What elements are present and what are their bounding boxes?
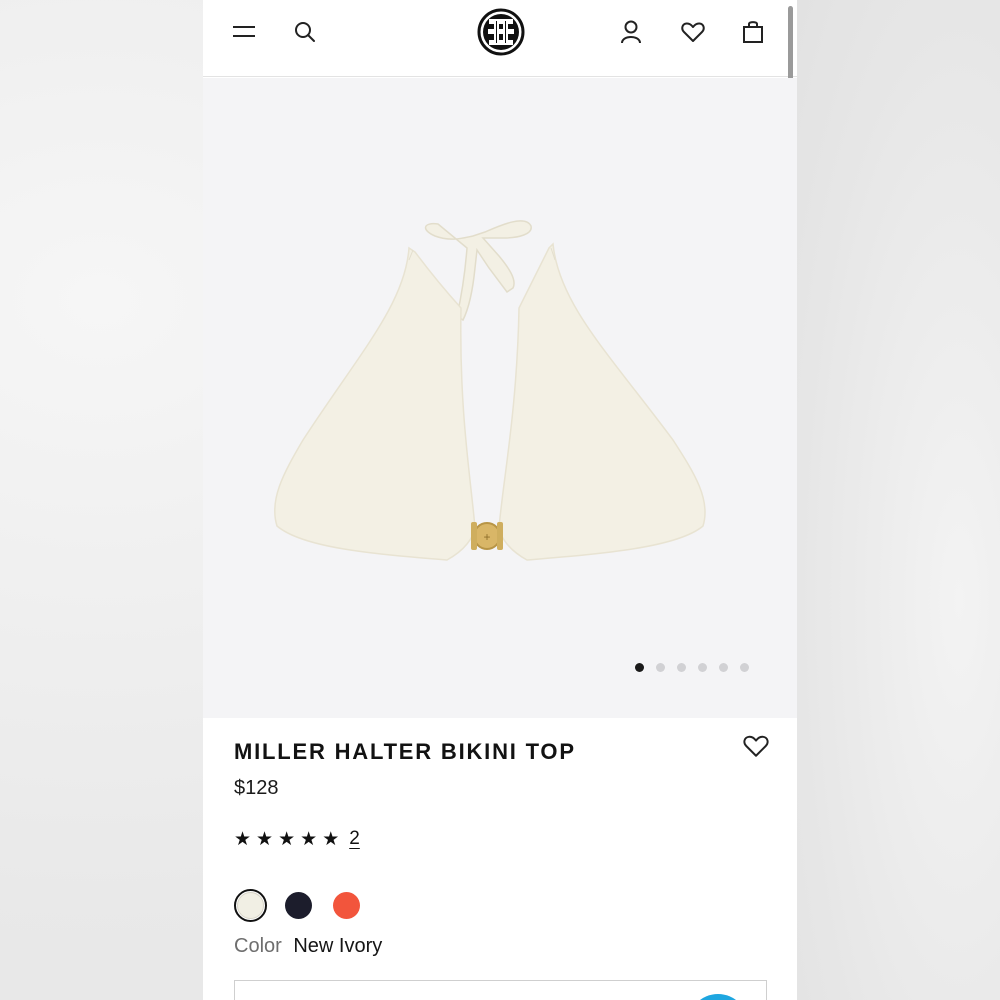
swatch-fill [237,892,264,919]
product-image-gallery[interactable]: + [203,78,797,718]
star-icon: ★ [322,828,340,850]
account-button[interactable] [613,14,649,50]
gallery-pagination [635,663,749,672]
swatch-coral[interactable] [330,889,363,922]
add-to-wishlist-button[interactable] [743,734,769,760]
swatch-navy[interactable] [282,889,315,922]
account-icon [621,20,641,44]
pagination-dot[interactable] [677,663,686,672]
svg-text:+: + [483,530,490,544]
star-icon: ★ [300,828,318,850]
swatch-fill [285,892,312,919]
selected-color: Color New Ivory [234,935,382,958]
heart-icon [743,735,769,757]
menu-button[interactable] [226,14,262,50]
color-swatches [234,889,363,922]
hamburger-menu-icon [233,26,255,37]
wishlist-button[interactable] [675,14,711,50]
site-header [203,0,797,77]
shopping-bag-icon [743,21,763,43]
swatch-fill [333,892,360,919]
pagination-dot[interactable] [656,663,665,672]
product-title: MILLER HALTER BIKINI TOP [234,739,576,764]
color-value: New Ivory [293,935,383,957]
star-icon: ★ [256,828,274,850]
star-icon: ★ [234,828,252,850]
product-rating[interactable]: ★ ★ ★ ★ ★ 2 [234,828,360,850]
product-image: + [273,220,706,561]
color-label: Color [234,935,282,957]
review-count-link[interactable]: 2 [349,828,360,850]
brand-logo[interactable] [477,8,525,56]
product-price: $128 [234,777,279,799]
mobile-screen: + MILLER HALTER BIKINI TOP $128 ★ ★ ★ ★ … [203,0,797,1000]
pagination-dot[interactable] [719,663,728,672]
pagination-dot[interactable] [635,663,644,672]
swatch-new-ivory[interactable] [234,889,267,922]
background-blur-right [797,0,1000,1000]
shopping-bag-button[interactable] [735,14,771,50]
heart-icon [681,22,705,42]
star-icon: ★ [278,828,296,850]
pagination-dot[interactable] [698,663,707,672]
brand-logo-icon [477,8,525,56]
search-button[interactable] [287,14,323,50]
size-select[interactable] [234,980,767,1000]
pagination-dot[interactable] [740,663,749,672]
search-icon [295,22,315,42]
